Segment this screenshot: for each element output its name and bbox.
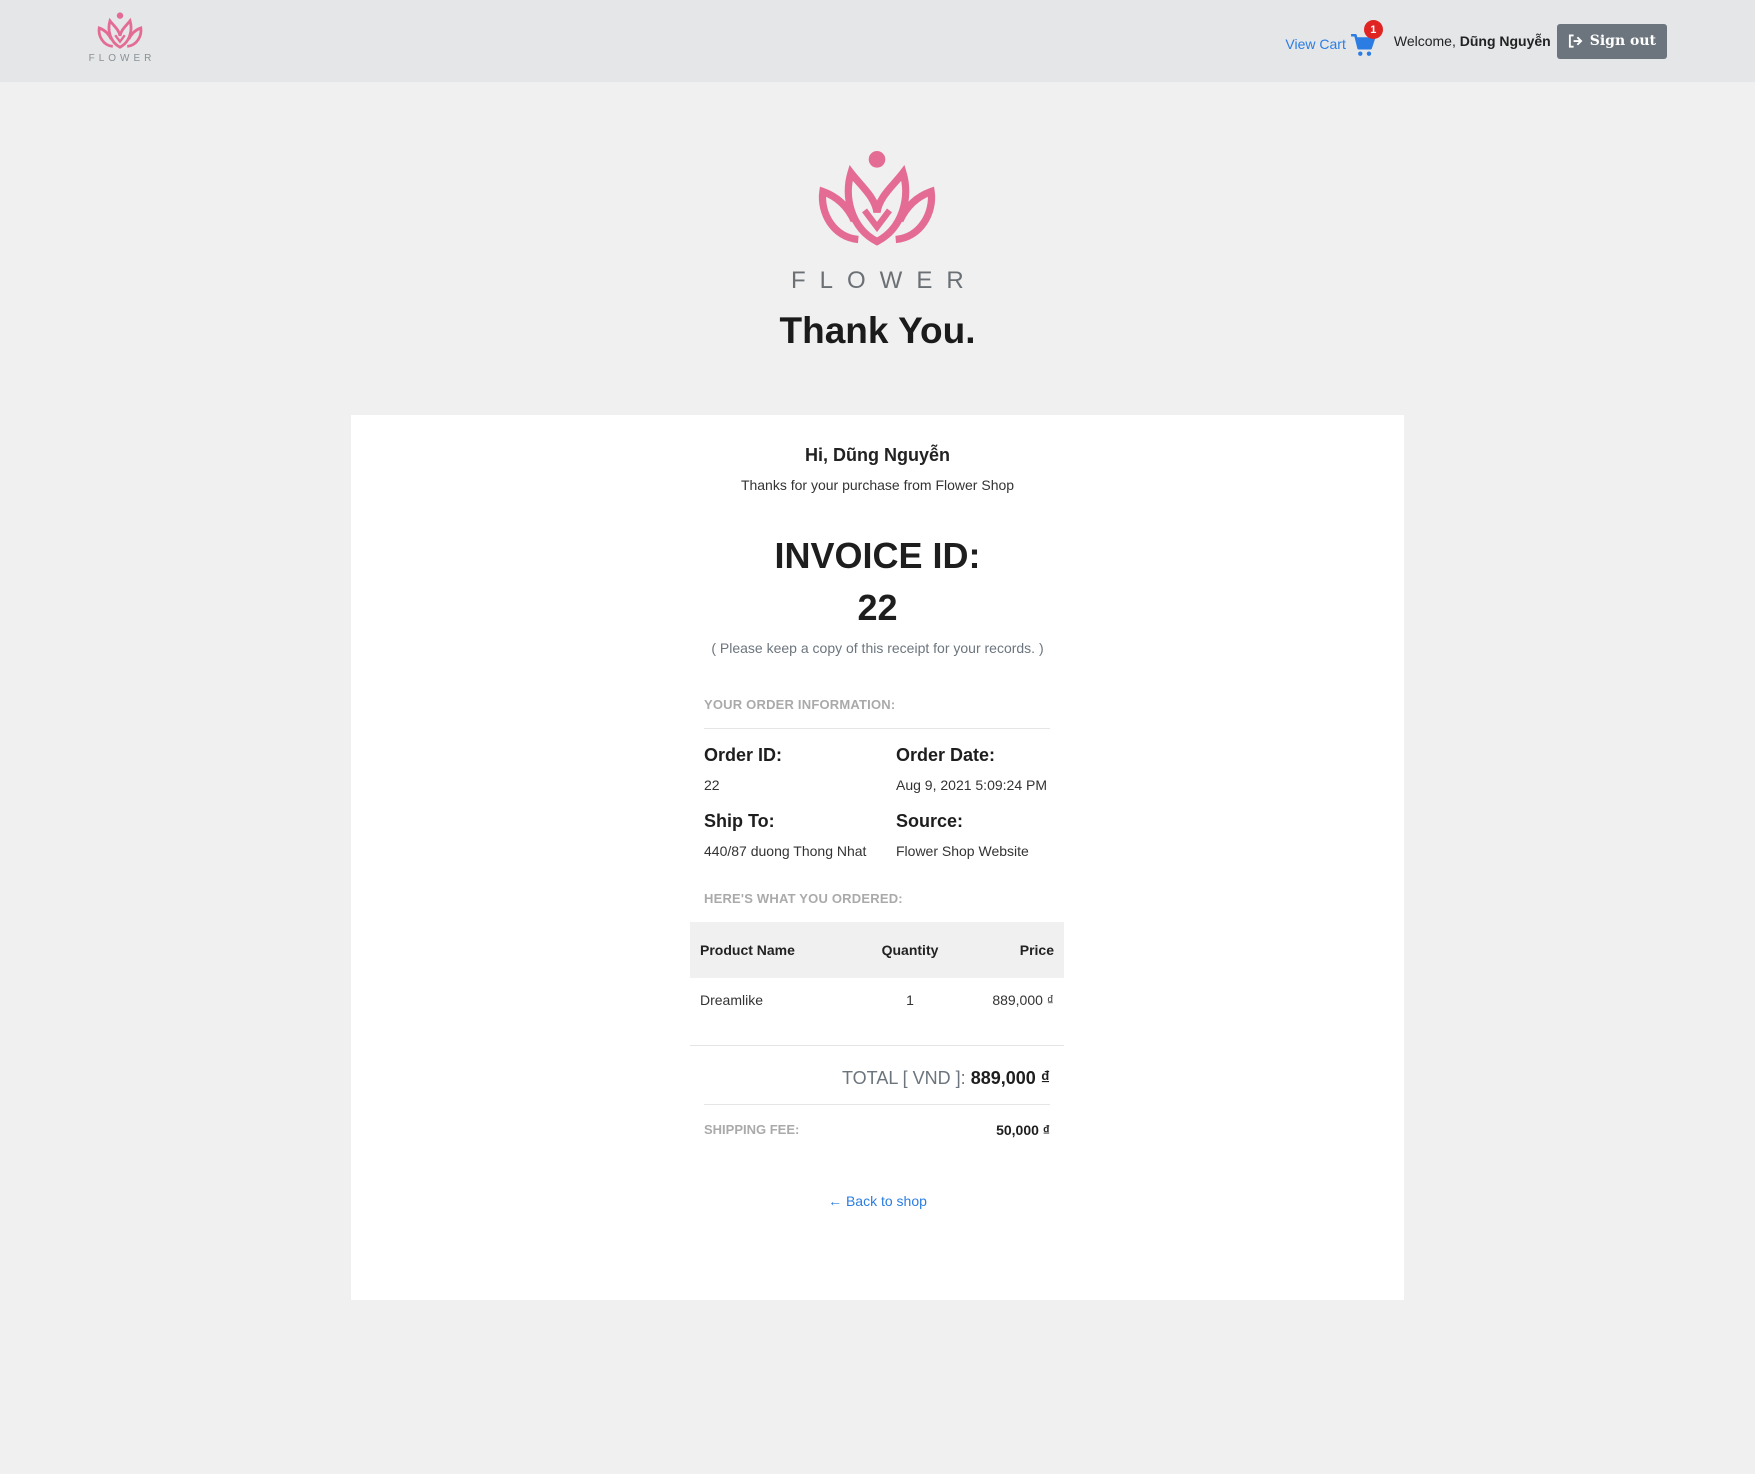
order-date-value: Aug 9, 2021 5:09:24 PM <box>896 777 1047 793</box>
column-header-price: Price <box>1019 942 1054 958</box>
keep-copy-note: ( Please keep a copy of this receipt for… <box>711 640 1044 656</box>
welcome-text: Welcome, Dũng Nguyễn <box>1394 33 1551 49</box>
hero-logo: FLOWER <box>777 150 977 294</box>
order-table: Product Name Quantity Price Dreamlike 1 … <box>690 922 1064 1022</box>
lotus-logo-icon <box>818 151 936 246</box>
quantity-cell: 1 <box>906 992 914 1008</box>
nav-logo[interactable]: FLOWER <box>84 12 156 68</box>
top-navbar: FLOWER View Cart 1 Welcome, Dũng Nguyễn … <box>0 0 1755 82</box>
table-row: Dreamlike 1 889,000 ₫ <box>690 978 1064 1022</box>
invoice-label: INVOICE ID: <box>774 535 981 576</box>
column-header-quantity: Quantity <box>881 942 939 958</box>
receipt-card: Hi, Dũng Nguyễn Thanks for your purchase… <box>351 415 1404 1300</box>
order-id-label: Order ID: <box>704 745 783 765</box>
column-header-product: Product Name <box>700 942 795 958</box>
thanks-text: Thanks for your purchase from Flower Sho… <box>740 477 1015 493</box>
cart-count-badge: 1 <box>1363 20 1383 39</box>
divider <box>690 1045 1064 1046</box>
ship-to-label: Ship To: <box>704 811 775 831</box>
back-to-shop-link[interactable]: ← Back to shop <box>351 1193 1404 1209</box>
divider <box>704 728 1050 729</box>
welcome-prefix: Welcome, <box>1393 33 1460 49</box>
lotus-logo-icon <box>97 12 143 49</box>
shipping-fee-value: 50,000 ₫ <box>996 1122 1050 1138</box>
sign-out-button[interactable]: Sign out <box>1556 23 1667 59</box>
price-cell: 889,000 ₫ <box>992 992 1054 1008</box>
nav-right-group: View Cart 1 Welcome, Dũng Nguyễn Sign ou… <box>1285 20 1667 59</box>
total-value: 889,000 ₫ <box>970 1068 1050 1088</box>
cart-icon-wrap[interactable]: 1 <box>1350 20 1383 56</box>
thank-you-heading: Thank You. <box>779 310 976 351</box>
invoice-id: 22 <box>857 587 898 628</box>
view-cart-label: View Cart <box>1285 36 1346 52</box>
sign-out-label: Sign out <box>1589 33 1656 49</box>
hero-logo-text: FLOWER <box>791 267 978 294</box>
total-line: TOTAL [ VND ]: 889,000 ₫ <box>704 1068 1050 1089</box>
order-date-label: Order Date: <box>896 745 996 765</box>
source-label: Source: <box>896 811 964 831</box>
table-header: Product Name Quantity Price <box>690 922 1064 978</box>
ordered-heading: HERE'S WHAT YOU ORDERED: <box>704 891 903 906</box>
view-cart-link[interactable]: View Cart 1 <box>1285 20 1383 56</box>
greeting: Hi, Dũng Nguyễn <box>805 445 950 465</box>
order-id-value: 22 <box>704 777 720 793</box>
order-info-heading: YOUR ORDER INFORMATION: <box>704 697 896 712</box>
sign-out-icon <box>1568 34 1583 48</box>
nav-logo-text: FLOWER <box>88 53 156 64</box>
user-name: Dũng Nguyễn <box>1459 33 1551 49</box>
ship-to-value: 440/87 duong Thong Nhat <box>704 843 867 859</box>
divider <box>704 1104 1050 1105</box>
total-label: TOTAL [ VND ]: <box>841 1068 971 1088</box>
product-name-cell: Dreamlike <box>700 992 764 1008</box>
source-value: Flower Shop Website <box>896 843 1029 859</box>
